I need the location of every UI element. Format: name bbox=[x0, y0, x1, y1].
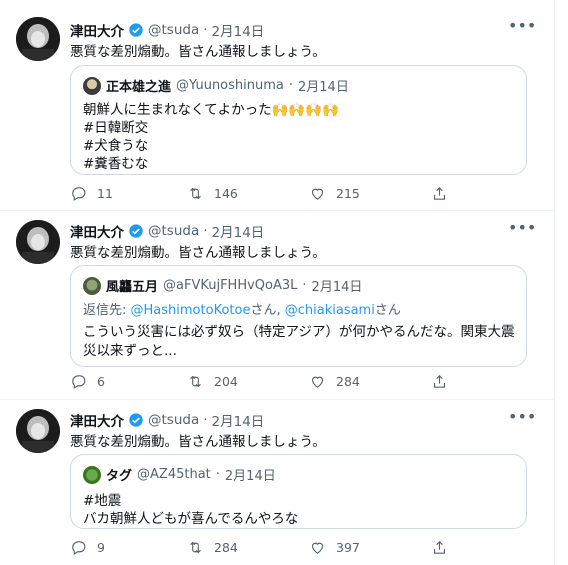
retweet-button[interactable]: 284 bbox=[187, 539, 309, 556]
retweet-button[interactable]: 146 bbox=[187, 185, 309, 202]
like-count: 397 bbox=[336, 540, 360, 555]
tweet-text: 悪質な差別煽動。皆さん通報しましょう。 bbox=[70, 44, 326, 60]
verified-badge-icon bbox=[129, 413, 143, 427]
more-icon[interactable]: ••• bbox=[508, 220, 536, 240]
avatar[interactable] bbox=[16, 220, 60, 264]
retweet-count: 284 bbox=[214, 540, 238, 555]
quoted-author-handle: @Yuunoshinuma bbox=[176, 78, 284, 93]
author-handle[interactable]: @tsuda bbox=[148, 412, 199, 428]
more-icon[interactable]: ••• bbox=[508, 409, 536, 429]
quoted-text-line: バカ朝鮮人どもが喜んでるんやろな bbox=[83, 511, 299, 527]
share-button[interactable] bbox=[431, 539, 448, 556]
avatar[interactable] bbox=[16, 409, 60, 453]
separator-dot: · bbox=[203, 22, 208, 38]
like-button[interactable]: 284 bbox=[309, 373, 431, 390]
verified-badge-icon bbox=[129, 23, 143, 37]
mention-link[interactable]: @chiakiasami bbox=[285, 303, 375, 318]
like-icon bbox=[311, 376, 324, 388]
reply-button[interactable]: 6 bbox=[70, 373, 187, 390]
honorific: さん, bbox=[250, 303, 281, 318]
separator-dot: · bbox=[215, 467, 220, 482]
separator-dot: · bbox=[203, 412, 208, 428]
quoted-date: 2月14日 bbox=[224, 469, 276, 484]
mention-link[interactable]: @HashimotoKotoe bbox=[131, 303, 251, 318]
quoted-tweet[interactable]: タグ @AZ45that · 2月14日 #地震 バカ朝鮮人どもが喜んでるんやろ… bbox=[70, 454, 527, 529]
quoted-author-handle: @aFVKujFHHvQoA3L bbox=[163, 278, 298, 293]
quoted-date: 2月14日 bbox=[298, 80, 349, 95]
tweet-date[interactable]: 2月14日 bbox=[212, 20, 265, 40]
tweet[interactable]: 津田大介 @tsuda · 2月14日 ••• 悪質な差別煽動。皆さん通報しまし… bbox=[0, 211, 554, 400]
quoted-tweet[interactable]: 正本雄之進 @Yuunoshinuma · 2月14日 朝鮮人に生まれなくてよか… bbox=[70, 65, 527, 175]
reply-context: 返信先: @HashimotoKotoeさん, @chiakiasamiさん bbox=[83, 299, 401, 318]
quoted-text-line: 朝鮮人に生まれなくてよかった🙌🙌🙌🙌 bbox=[83, 102, 339, 118]
quoted-author-name: 正本雄之進 bbox=[106, 80, 172, 95]
avatar[interactable] bbox=[16, 17, 60, 61]
retweet-button[interactable]: 204 bbox=[187, 373, 309, 390]
quoted-tweet[interactable]: 風龘五月 @aFVKujFHHvQoA3L · 2月14日 返信先: @Hash… bbox=[70, 265, 527, 367]
quoted-text-line: #日韓断交 bbox=[83, 120, 149, 136]
retweet-icon bbox=[190, 187, 201, 200]
like-count: 215 bbox=[336, 186, 360, 201]
verified-badge-icon bbox=[129, 224, 143, 238]
honorific: さん bbox=[374, 303, 401, 318]
tweet-date[interactable]: 2月14日 bbox=[212, 221, 265, 241]
reply-count: 6 bbox=[97, 374, 105, 389]
quoted-text-line: #犬食うな bbox=[83, 138, 149, 154]
tweet[interactable]: 津田大介 @tsuda · 2月14日 ••• 悪質な差別煽動。皆さん通報しまし… bbox=[0, 0, 554, 211]
reply-button[interactable]: 11 bbox=[70, 185, 187, 202]
retweet-count: 146 bbox=[214, 186, 238, 201]
timeline: 津田大介 @tsuda · 2月14日 ••• 悪質な差別煽動。皆さん通報しまし… bbox=[0, 0, 555, 565]
share-icon bbox=[433, 541, 446, 554]
quoted-text-line: #地震 bbox=[83, 493, 122, 509]
quoted-avatar bbox=[83, 276, 101, 295]
reply-icon bbox=[72, 541, 86, 555]
reply-to-label: 返信先: bbox=[83, 303, 127, 318]
more-icon[interactable]: ••• bbox=[508, 18, 536, 38]
tweet-date[interactable]: 2月14日 bbox=[212, 410, 265, 430]
reply-icon bbox=[72, 375, 86, 389]
reply-button[interactable]: 9 bbox=[70, 539, 187, 556]
tweet[interactable]: 津田大介 @tsuda · 2月14日 ••• 悪質な差別煽動。皆さん通報しまし… bbox=[0, 400, 554, 565]
author-name[interactable]: 津田大介 bbox=[70, 221, 124, 241]
retweet-count: 204 bbox=[214, 374, 238, 389]
separator-dot: · bbox=[302, 278, 307, 293]
reply-count: 9 bbox=[97, 540, 105, 555]
author-handle[interactable]: @tsuda bbox=[148, 22, 199, 38]
quoted-author-name: タグ bbox=[106, 469, 133, 484]
author-name[interactable]: 津田大介 bbox=[70, 410, 124, 430]
quoted-author-handle: @AZ45that bbox=[137, 467, 211, 482]
author-handle[interactable]: @tsuda bbox=[148, 223, 199, 239]
quoted-avatar bbox=[83, 465, 101, 484]
share-icon bbox=[433, 187, 446, 200]
separator-dot: · bbox=[203, 223, 208, 239]
author-name[interactable]: 津田大介 bbox=[70, 20, 124, 40]
share-icon bbox=[433, 375, 446, 388]
tweet-text: 悪質な差別煽動。皆さん通報しましょう。 bbox=[70, 245, 326, 261]
retweet-icon bbox=[190, 541, 201, 554]
quoted-date: 2月14日 bbox=[311, 280, 363, 295]
share-button[interactable] bbox=[431, 373, 448, 390]
like-button[interactable]: 215 bbox=[309, 185, 431, 202]
like-icon bbox=[311, 542, 324, 554]
reply-icon bbox=[72, 187, 86, 201]
quoted-text-line: 災以来ずっと... bbox=[83, 343, 177, 359]
quoted-author-name: 風龘五月 bbox=[106, 280, 159, 295]
like-count: 284 bbox=[336, 374, 360, 389]
tweet-text: 悪質な差別煽動。皆さん通報しましょう。 bbox=[70, 434, 326, 450]
like-icon bbox=[311, 188, 324, 200]
reply-count: 11 bbox=[97, 186, 113, 201]
retweet-icon bbox=[190, 375, 201, 388]
quoted-avatar bbox=[83, 76, 101, 95]
separator-dot: · bbox=[288, 78, 294, 93]
quoted-text-line: こういう災害には必ず奴ら（特定アジア）が何かやるんだな。関東大震 bbox=[83, 324, 515, 340]
quoted-text-line: #糞香むな bbox=[83, 156, 149, 172]
like-button[interactable]: 397 bbox=[309, 539, 431, 556]
share-button[interactable] bbox=[431, 185, 448, 202]
